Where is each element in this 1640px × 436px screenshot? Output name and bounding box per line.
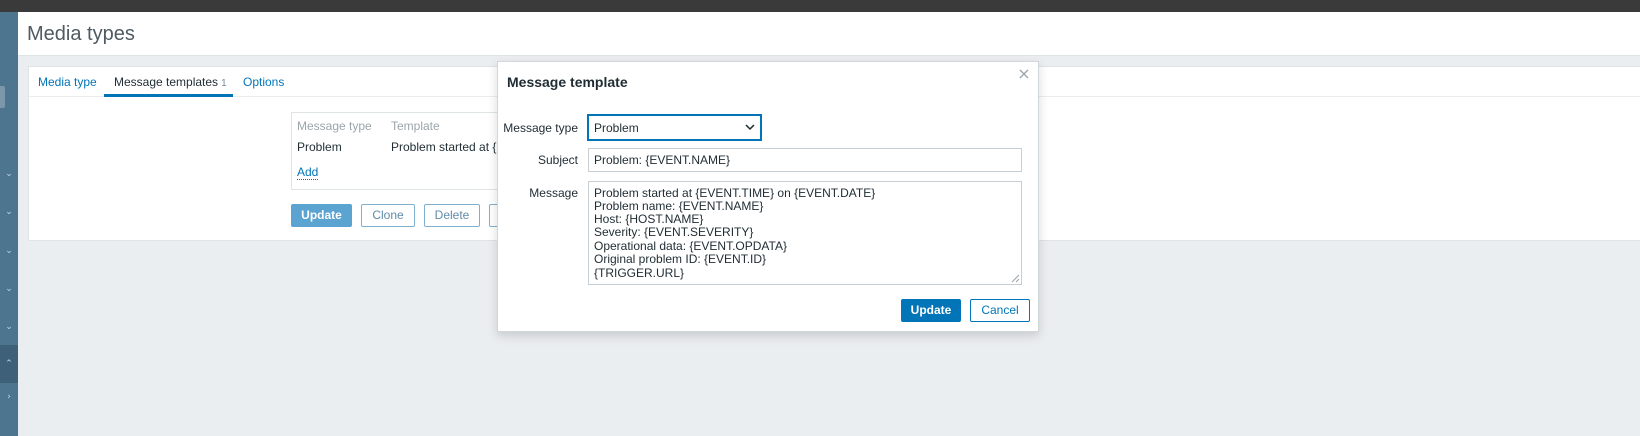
message-line: Problem started at {EVENT.TIME} on {EVEN… xyxy=(594,186,876,200)
message-line: Severity: {EVENT.SEVERITY} xyxy=(594,225,754,239)
message-type-label: Message type xyxy=(503,121,578,135)
close-icon[interactable]: × xyxy=(1016,66,1032,82)
subject-label: Subject xyxy=(537,153,578,167)
message-line: Original problem ID: {EVENT.ID} xyxy=(594,252,767,266)
dialog-update-button[interactable]: Update xyxy=(901,299,961,322)
message-line: {TRIGGER.URL} xyxy=(594,266,685,280)
subject-value: Problem: {EVENT.NAME} xyxy=(594,153,731,167)
subject-input[interactable]: Problem: {EVENT.NAME} xyxy=(588,148,1022,172)
message-type-select[interactable]: Problem xyxy=(587,114,762,141)
message-textarea[interactable]: Problem started at {EVENT.TIME} on {EVEN… xyxy=(588,181,1022,285)
message-type-value: Problem xyxy=(594,121,639,135)
message-line: Problem name: {EVENT.NAME} xyxy=(594,199,764,213)
message-template-dialog: Message template × Message type Problem … xyxy=(497,61,1039,332)
resize-grip-icon[interactable] xyxy=(1011,274,1020,283)
message-line: Host: {HOST.NAME} xyxy=(594,212,704,226)
dialog-cancel-button[interactable]: Cancel xyxy=(970,299,1030,322)
message-label: Message xyxy=(529,186,578,200)
dialog-title: Message template xyxy=(507,74,628,90)
chevron-down-icon xyxy=(745,124,755,131)
modal-overlay: Message template × Message type Problem … xyxy=(0,0,1640,436)
message-line: Operational data: {EVENT.OPDATA} xyxy=(594,239,787,253)
